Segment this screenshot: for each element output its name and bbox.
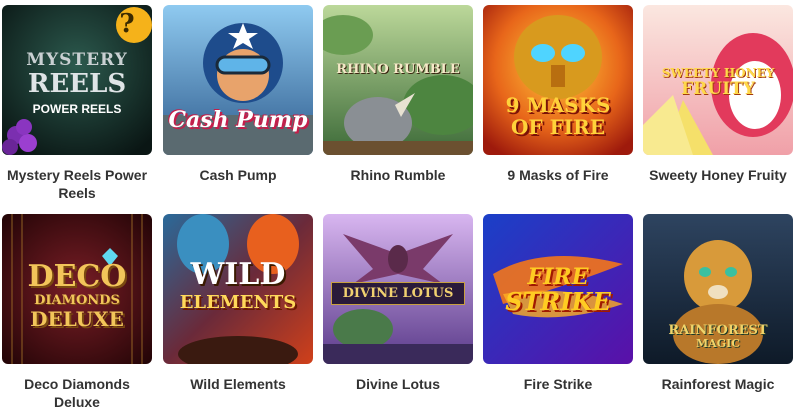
game-thumbnail[interactable]: RAINFOREST MAGIC: [643, 214, 793, 364]
game-title[interactable]: Mystery Reels Power Reels: [2, 166, 152, 202]
game-logo-line: FRUITY: [681, 79, 755, 99]
game-card-deco-diamonds-deluxe[interactable]: DECO DIAMONDS DELUXE Deco Diamonds Delux…: [2, 214, 152, 411]
game-logo-line: MAGIC: [695, 337, 740, 350]
game-logo-line: DIVINE LOTUS: [331, 282, 465, 305]
game-thumbnail[interactable]: FIRE STRIKE: [483, 214, 633, 364]
game-logo-line: STRIKE: [505, 287, 611, 316]
game-logo-line: Cash Pump: [168, 107, 308, 133]
game-card-rhino-rumble[interactable]: RHINO RUMBLE Rhino Rumble: [323, 5, 473, 184]
game-logo-line: FIRE: [527, 264, 589, 290]
game-logo-line: WILD: [190, 257, 286, 292]
game-card-wild-elements[interactable]: WILD ELEMENTS Wild Elements: [163, 214, 313, 393]
game-thumbnail[interactable]: 9 MASKS OF FIRE: [483, 5, 633, 155]
game-title[interactable]: Divine Lotus: [323, 375, 473, 393]
game-title[interactable]: Rainforest Magic: [643, 375, 793, 393]
game-logo-line: ELEMENTS: [179, 292, 297, 313]
game-title[interactable]: Rhino Rumble: [323, 166, 473, 184]
game-logo-line: SWEETY HONEY: [661, 66, 775, 80]
game-title[interactable]: Deco Diamonds Deluxe: [2, 375, 152, 411]
game-card-sweety-honey-fruity[interactable]: SWEETY HONEY FRUITY Sweety Honey Fruity: [643, 5, 793, 184]
game-thumbnail[interactable]: DECO DIAMONDS DELUXE: [2, 214, 152, 364]
game-logo-line: DELUXE: [30, 307, 124, 331]
game-title[interactable]: Wild Elements: [163, 375, 313, 393]
game-title[interactable]: Fire Strike: [483, 375, 633, 393]
game-thumbnail[interactable]: Cash Pump: [163, 5, 313, 155]
game-thumbnail[interactable]: RHINO RUMBLE: [323, 5, 473, 155]
game-thumbnail[interactable]: WILD ELEMENTS: [163, 214, 313, 364]
game-card-fire-strike[interactable]: FIRE STRIKE Fire Strike: [483, 214, 633, 393]
game-logo-line: MYSTERY: [26, 50, 128, 70]
game-card-rainforest-magic[interactable]: RAINFOREST MAGIC Rainforest Magic: [643, 214, 793, 393]
game-logo-line: DIAMONDS: [34, 293, 120, 308]
game-thumbnail[interactable]: ? MYSTERY REELS POWER REELS: [2, 5, 152, 155]
question-badge-icon: ?: [119, 9, 135, 39]
game-logo-line: OF FIRE: [510, 115, 605, 139]
game-title[interactable]: 9 Masks of Fire: [483, 166, 633, 184]
game-logo-line: POWER REELS: [32, 102, 122, 116]
game-thumbnail[interactable]: DIVINE LOTUS: [323, 214, 473, 364]
game-logo-line: REELS: [27, 69, 127, 99]
game-logo-line: RAINFOREST: [668, 323, 768, 338]
game-thumbnail[interactable]: SWEETY HONEY FRUITY: [643, 5, 793, 155]
game-logo-line: DECO: [27, 259, 127, 294]
game-card-divine-lotus[interactable]: DIVINE LOTUS Divine Lotus: [323, 214, 473, 393]
game-card-mystery-reels[interactable]: ? MYSTERY REELS POWER REELS Mystery Reel…: [2, 5, 152, 202]
rhino-rumble-art: [323, 5, 473, 155]
game-card-cash-pump[interactable]: Cash Pump Cash Pump: [163, 5, 313, 184]
game-grid: ? MYSTERY REELS POWER REELS Mystery Reel…: [0, 0, 800, 418]
game-card-9-masks-of-fire[interactable]: 9 MASKS OF FIRE 9 Masks of Fire: [483, 5, 633, 184]
game-logo-line: 9 MASKS: [505, 93, 611, 117]
game-title[interactable]: Cash Pump: [163, 166, 313, 184]
game-title[interactable]: Sweety Honey Fruity: [643, 166, 793, 184]
game-logo-line: RHINO RUMBLE: [336, 62, 460, 77]
